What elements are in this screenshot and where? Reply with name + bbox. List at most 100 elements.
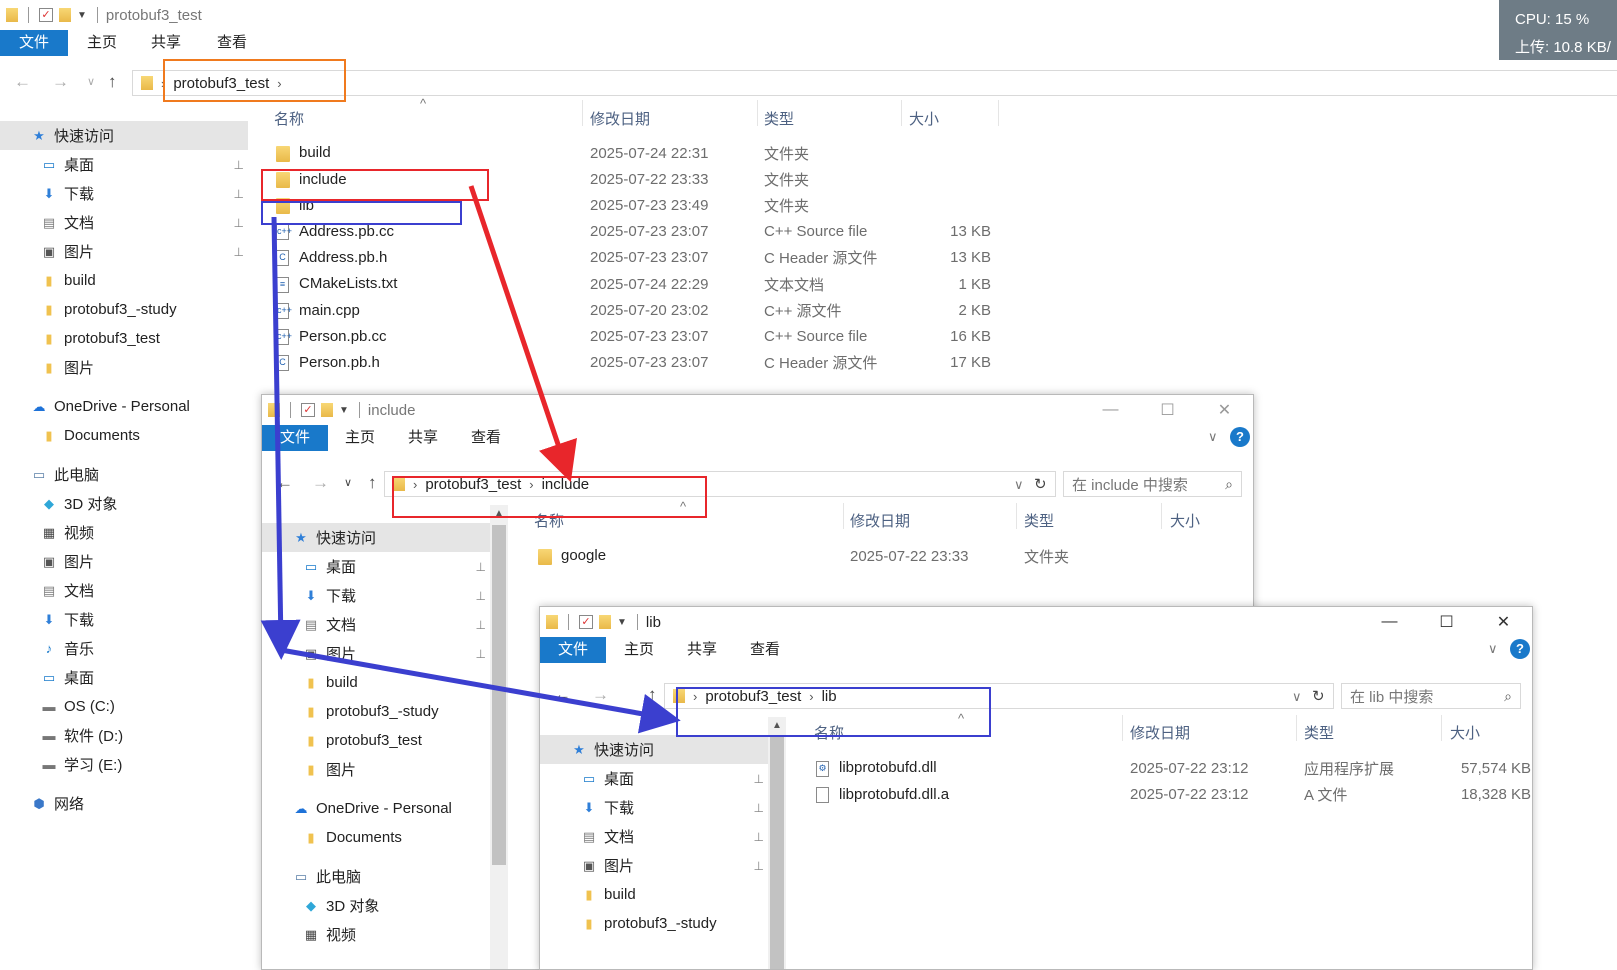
column-header-size[interactable]: 大小 xyxy=(1450,718,1480,746)
address-dropdown-icon[interactable]: ∨ xyxy=(1292,689,1302,705)
column-header-date[interactable]: 修改日期 xyxy=(850,506,910,534)
breadcrumb-item[interactable]: protobuf3_test xyxy=(705,688,801,705)
sidebar-item[interactable]: ▭ 此电脑 xyxy=(0,460,248,489)
column-header-name[interactable]: 名称 xyxy=(814,718,844,746)
up-arrow-icon[interactable]: ↑ xyxy=(368,473,377,493)
folder-icon[interactable] xyxy=(6,8,18,22)
tab-share[interactable]: 共享 xyxy=(408,425,438,451)
pin-icon[interactable]: ⊥ xyxy=(754,859,764,873)
new-folder-icon[interactable] xyxy=(599,615,611,629)
refresh-icon[interactable]: ↻ xyxy=(1312,687,1325,705)
sidebar-item[interactable]: ▮ protobuf3_-study xyxy=(262,697,490,726)
sidebar-item[interactable]: ▬ 软件 (D:) xyxy=(0,721,248,750)
search-input[interactable]: 在 include 中搜索 ⌕ xyxy=(1063,471,1242,497)
address-bar[interactable]: › protobuf3_test › xyxy=(132,70,1617,96)
file-row[interactable]: c++ Person.pb.cc 2025-07-23 23:07 C++ Sourc… xyxy=(0,323,1617,349)
breadcrumb-chevron-icon[interactable]: › xyxy=(529,477,533,492)
address-bar[interactable]: › protobuf3_test › include xyxy=(384,471,1056,497)
back-arrow-icon[interactable]: ← xyxy=(554,685,571,705)
tab-view[interactable]: 查看 xyxy=(217,30,247,56)
sidebar-item[interactable]: ▮ build xyxy=(262,668,490,697)
breadcrumb-chevron-icon[interactable]: › xyxy=(277,76,281,91)
tab-view[interactable]: 查看 xyxy=(750,637,780,663)
tab-file[interactable]: 文件 xyxy=(540,637,606,663)
back-arrow-icon[interactable]: ← xyxy=(276,473,293,493)
minimize-icon[interactable]: — xyxy=(1082,395,1139,425)
scroll-up-icon[interactable]: ▲ xyxy=(490,505,508,523)
column-header-type[interactable]: 类型 xyxy=(764,104,794,132)
tab-home[interactable]: 主页 xyxy=(345,425,375,451)
pin-icon[interactable]: ⊥ xyxy=(754,830,764,844)
chevron-down-icon[interactable]: ▼ xyxy=(617,617,627,628)
properties-icon[interactable]: ✓ xyxy=(301,403,315,417)
file-row[interactable]: ⚙ libprotobufd.dll 2025-07-22 23:12 应用程序扩展 5… xyxy=(540,755,1532,781)
breadcrumb-item[interactable]: lib xyxy=(822,688,837,705)
column-header-type[interactable]: 类型 xyxy=(1024,506,1054,534)
scroll-up-icon[interactable]: ▲ xyxy=(768,717,786,735)
ribbon-expand-chevron-icon[interactable]: ∨ xyxy=(1488,641,1498,657)
file-row[interactable]: c++ main.cpp 2025-07-20 23:02 C++ 源文件 2 KB xyxy=(0,297,1617,323)
close-icon[interactable]: ✕ xyxy=(1196,395,1253,425)
breadcrumb-chevron-icon[interactable]: › xyxy=(809,689,813,704)
sidebar-item[interactable]: ♪ 音乐 xyxy=(0,634,248,663)
properties-icon[interactable]: ✓ xyxy=(579,615,593,629)
ribbon-expand-chevron-icon[interactable]: ∨ xyxy=(1208,429,1218,445)
sidebar-item[interactable]: ▣ 图片 ⊥ xyxy=(262,639,490,668)
breadcrumb-item[interactable]: protobuf3_test xyxy=(173,75,269,92)
up-arrow-icon[interactable]: ↑ xyxy=(648,685,657,705)
sidebar-item[interactable]: ☁ OneDrive - Personal xyxy=(0,392,248,421)
file-row[interactable]: lib 2025-07-23 23:49 文件夹 xyxy=(0,192,1617,218)
tab-file[interactable]: 文件 xyxy=(262,425,328,451)
refresh-icon[interactable]: ↻ xyxy=(1034,475,1047,493)
sidebar-item[interactable]: ▦ 视频 xyxy=(0,518,248,547)
file-row[interactable]: c++ Address.pb.cc 2025-07-23 23:07 C++ Sour… xyxy=(0,219,1617,245)
sidebar-item[interactable]: ▮ protobuf3_-study xyxy=(540,909,768,938)
address-bar[interactable]: › protobuf3_test › lib xyxy=(664,683,1334,709)
tab-home[interactable]: 主页 xyxy=(87,30,117,56)
sidebar-item[interactable]: ▬ OS (C:) xyxy=(0,692,248,721)
tab-view[interactable]: 查看 xyxy=(471,425,501,451)
chevron-down-icon[interactable]: ▼ xyxy=(339,405,349,416)
column-header-name[interactable]: 名称 xyxy=(274,104,304,132)
file-row[interactable]: build 2025-07-24 22:31 文件夹 xyxy=(0,140,1617,166)
column-header-date[interactable]: 修改日期 xyxy=(1130,718,1190,746)
recent-chevron-icon[interactable]: ∨ xyxy=(344,476,352,489)
up-arrow-icon[interactable]: ↑ xyxy=(108,72,117,92)
forward-arrow-icon[interactable]: → xyxy=(592,685,609,705)
file-row[interactable]: C Person.pb.h 2025-07-23 23:07 C Header 源文件… xyxy=(0,350,1617,376)
back-arrow-icon[interactable]: ← xyxy=(14,72,31,92)
sidebar-item[interactable]: ▮ Documents xyxy=(262,823,490,852)
tab-share[interactable]: 共享 xyxy=(687,637,717,663)
folder-icon[interactable] xyxy=(268,403,280,417)
file-row[interactable]: ≡ CMakeLists.txt 2025-07-24 22:29 文本文档 1 KB xyxy=(0,271,1617,297)
address-dropdown-icon[interactable]: ∨ xyxy=(1014,477,1024,493)
new-folder-icon[interactable] xyxy=(321,403,333,417)
column-header-name[interactable]: 名称 xyxy=(534,506,564,534)
column-header-date[interactable]: 修改日期 xyxy=(590,104,650,132)
close-icon[interactable]: ✕ xyxy=(1475,607,1532,637)
maximize-icon[interactable]: ☐ xyxy=(1418,607,1475,637)
file-row[interactable]: include 2025-07-22 23:33 文件夹 xyxy=(0,166,1617,192)
sidebar-item[interactable]: ▣ 图片 xyxy=(0,547,248,576)
sidebar-item[interactable]: ▤ 文档 ⊥ xyxy=(262,610,490,639)
tab-home[interactable]: 主页 xyxy=(624,637,654,663)
search-icon[interactable]: ⌕ xyxy=(1225,476,1233,493)
search-input[interactable]: 在 lib 中搜索 ⌕ xyxy=(1341,683,1521,709)
sidebar-item[interactable]: ◆ 3D 对象 xyxy=(262,891,490,920)
search-icon[interactable]: ⌕ xyxy=(1504,688,1512,705)
sidebar-item[interactable]: ▣ 图片 ⊥ xyxy=(540,851,768,880)
file-row[interactable]: libprotobufd.dll.a 2025-07-22 23:12 A 文件 18… xyxy=(540,781,1532,807)
pin-icon[interactable]: ⊥ xyxy=(476,647,486,661)
tab-file[interactable]: 文件 xyxy=(0,30,68,56)
sidebar-item[interactable]: ⬢ 网络 xyxy=(0,789,248,818)
sidebar-item[interactable]: ☁ OneDrive - Personal xyxy=(262,794,490,823)
sidebar-item[interactable]: ▦ 视频 xyxy=(262,920,490,949)
sidebar-item[interactable]: ▤ 文档 xyxy=(0,576,248,605)
chevron-down-icon[interactable]: ▼ xyxy=(77,10,87,21)
new-folder-icon[interactable] xyxy=(59,8,71,22)
recent-chevron-icon[interactable]: ∨ xyxy=(87,75,95,88)
sidebar-item[interactable]: ▮ protobuf3_test xyxy=(262,726,490,755)
breadcrumb-item[interactable]: include xyxy=(542,476,590,493)
properties-icon[interactable]: ✓ xyxy=(39,8,53,22)
pin-icon[interactable]: ⊥ xyxy=(476,618,486,632)
